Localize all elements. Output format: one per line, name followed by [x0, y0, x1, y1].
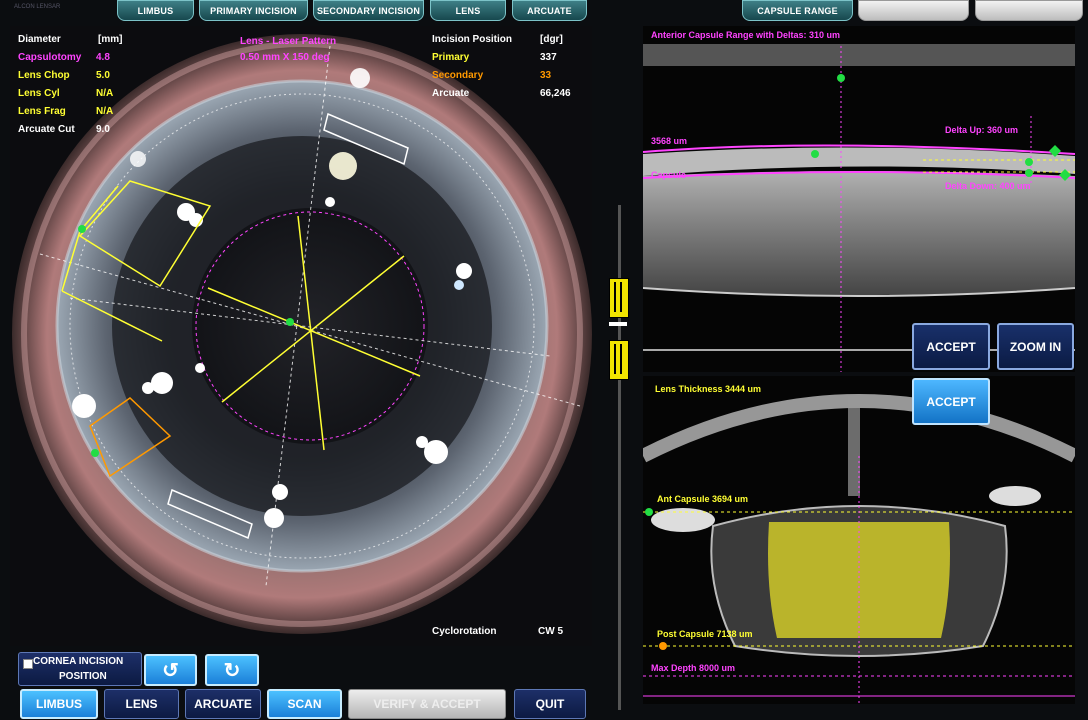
- incision-secondary-value: 33: [540, 70, 552, 81]
- rotate-cw-icon: ↻: [223, 659, 241, 682]
- param-lens-chop-value: 5.0: [96, 70, 110, 81]
- post-capsule-label: Post Capsule 7138 um: [657, 629, 753, 639]
- cornea-incision-label-2: POSITION: [59, 671, 107, 682]
- oct-capsule-scan[interactable]: Anterior Capsule Range with Deltas: 310 …: [643, 26, 1075, 372]
- incision-header: Incision Position: [432, 34, 513, 45]
- param-capsulotomy-label: Capsulotomy: [18, 52, 82, 63]
- param-lens-cyl-value: N/A: [96, 88, 114, 99]
- lens-thickness-label: Lens Thickness 3444 um: [655, 384, 762, 394]
- oct-top-title: Anterior Capsule Range with Deltas: 310 …: [651, 30, 841, 40]
- oct-label-capsule: Capsule: [651, 170, 687, 180]
- param-arcuate-cut-label: Arcuate Cut: [18, 124, 75, 135]
- ant-capsule-label: Ant Capsule 3694 um: [657, 494, 749, 504]
- incision-secondary-label: Secondary: [432, 70, 484, 81]
- cornea-incision-checkbox[interactable]: [23, 659, 33, 669]
- arcuate-button[interactable]: ARCUATE: [185, 689, 261, 719]
- oct-lens-image: [643, 394, 1075, 704]
- lens-pattern-spec: 0.50 mm X 150 deg: [240, 52, 330, 63]
- incision-arcuate-label: Arcuate: [432, 88, 470, 99]
- lens-button[interactable]: LENS: [104, 689, 179, 719]
- cyclorotation-label: Cyclorotation: [432, 626, 497, 637]
- eye-camera-view[interactable]: Diameter [mm] Capsulotomy 4.8 Lens Chop …: [10, 26, 592, 646]
- tab-lens[interactable]: LENS: [430, 0, 506, 21]
- cornea-incision-label-1: CORNEA INCISION: [33, 656, 124, 667]
- oct-label-delta-down: Delta Down: 400 um: [945, 181, 1031, 191]
- oct-label-3568: 3568 um: [651, 136, 688, 146]
- rotate-cw-button[interactable]: ↻: [205, 654, 259, 686]
- max-depth-label: Max Depth 8000 um: [651, 663, 736, 673]
- rotate-ccw-icon: ↺: [162, 659, 179, 682]
- tab-limbus[interactable]: LIMBUS: [117, 0, 194, 21]
- rotate-ccw-button[interactable]: ↺: [144, 654, 197, 686]
- incision-arcuate-value: 66,246: [540, 88, 571, 99]
- diameter-header: Diameter: [18, 34, 61, 45]
- oct-label-delta-up: Delta Up: 360 um: [945, 125, 1019, 135]
- verify-accept-button[interactable]: VERIFY & ACCEPT: [348, 689, 506, 719]
- tab-arcuate[interactable]: ARCUATE: [512, 0, 587, 21]
- param-lens-frag-value: N/A: [96, 106, 114, 117]
- tab-capsule-range[interactable]: CAPSULE RANGE: [742, 0, 853, 21]
- quit-button[interactable]: QUIT: [514, 689, 586, 719]
- param-capsulotomy-value: 4.8: [96, 52, 110, 63]
- accept-lens-button[interactable]: ACCEPT: [912, 378, 990, 425]
- limbus-button[interactable]: LIMBUS: [20, 689, 98, 719]
- accept-capsule-button[interactable]: ACCEPT: [912, 323, 990, 370]
- incision-unit: [dgr]: [540, 34, 563, 45]
- tab-right-2[interactable]: [858, 0, 969, 21]
- tab-primary-incision[interactable]: PRIMARY INCISION: [199, 0, 308, 21]
- oct-capsule-image: [643, 44, 1075, 372]
- incision-primary-label: Primary: [432, 52, 470, 63]
- param-arcuate-cut-value: 9.0: [96, 124, 110, 135]
- eye-image: [10, 26, 592, 646]
- param-lens-chop-label: Lens Chop: [18, 70, 70, 81]
- zoom-in-button[interactable]: ZOOM IN: [997, 323, 1074, 370]
- lens-pattern-title: Lens - Laser Pattern: [240, 36, 337, 47]
- scan-button[interactable]: SCAN: [267, 689, 342, 719]
- tab-right-3[interactable]: [975, 0, 1083, 21]
- app-name: ALCON LENSAR: [14, 4, 61, 10]
- oct-lens-scan[interactable]: Lens Thickness 3444 um Ant Capsule 3694 …: [643, 376, 1075, 704]
- incision-primary-value: 337: [540, 52, 557, 63]
- diameter-unit: [mm]: [98, 34, 123, 45]
- cyclorotation-value: CW 5: [538, 626, 563, 637]
- cornea-incision-position-toggle[interactable]: CORNEA INCISION POSITION: [18, 652, 142, 686]
- param-lens-cyl-label: Lens Cyl: [18, 88, 60, 99]
- depth-slider-handle[interactable]: [606, 278, 630, 380]
- tab-secondary-incision[interactable]: SECONDARY INCISION: [313, 0, 424, 21]
- param-lens-frag-label: Lens Frag: [18, 106, 66, 117]
